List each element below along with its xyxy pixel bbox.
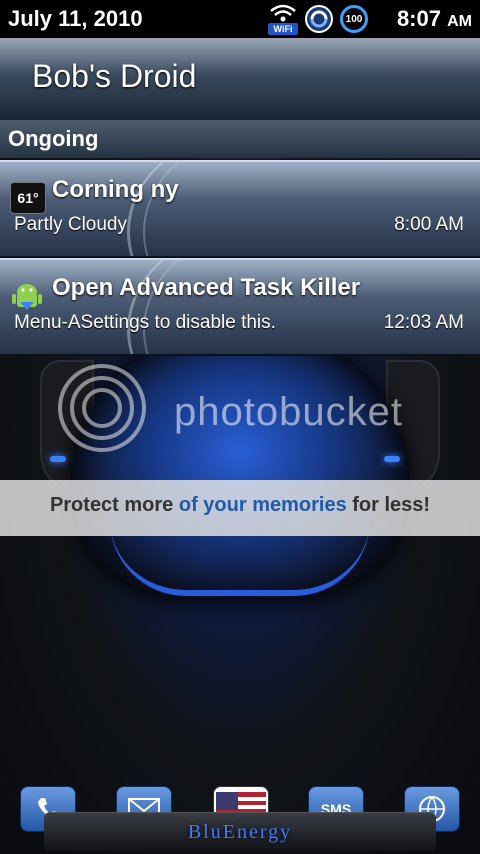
home-dock: SMS BluEnergy [0,780,480,854]
notification-title: Open Advanced Task Killer [52,274,361,301]
notification-title: Corning ny [52,176,179,203]
sync-icon [304,4,334,34]
notification-weather[interactable]: 61° Corning ny Partly Cloudy 8:00 AM [0,160,480,258]
dock-bar: BluEnergy [44,812,436,851]
temperature-badge: 61° [10,182,46,214]
notification-swoosh [143,260,385,354]
status-bar[interactable]: July 11, 2010 WiFi 100 8:07 AM [0,0,480,38]
battery-icon: 100 [340,5,368,33]
shade-header: Bob's Droid [0,38,480,121]
wifi-label: WiFi [268,23,298,35]
status-time-ampm: AM [447,13,472,30]
notification-time: 8:00 AM [394,214,464,235]
watermark-brand: photobucket [174,390,403,434]
shade-header-title: Bob's Droid [32,58,197,94]
watermark-tagline-pre: Protect more [49,494,179,516]
watermark-banner: Protect more of your memories for less! [0,480,480,536]
status-time-value: 8:07 [396,6,441,31]
notification-time: 12:03 AM [383,312,464,333]
ongoing-section-label: Ongoing [8,126,99,151]
status-date: July 11, 2010 [8,6,143,31]
weather-icon: 61° [10,182,46,214]
watermark-tagline: Protect more of your memories for less! [0,494,480,517]
notification-subtitle: Partly Cloudy [14,214,127,235]
notification-swoosh [143,162,385,256]
wallpaper-light-right [384,456,400,462]
notification-shade: Bob's Droid Ongoing 61° Corning ny Partl… [0,38,480,356]
watermark-tagline-highlight: of your memories [178,494,347,516]
ongoing-section-header: Ongoing [0,120,480,158]
notification-task-killer[interactable]: Open Advanced Task Killer Menu-ASettings… [0,258,480,356]
wallpaper-light-left [50,456,66,462]
wifi-icon: WiFi [268,3,298,35]
photobucket-logo-icon [56,362,148,454]
status-icons: WiFi 100 [268,3,368,35]
android-robot-icon [10,280,44,310]
dock-brand: BluEnergy [187,821,293,843]
status-time: 8:07 AM [397,6,472,32]
notification-subtitle: Menu-ASettings to disable this. [14,312,276,333]
watermark-tagline-post: for less! [346,494,431,516]
